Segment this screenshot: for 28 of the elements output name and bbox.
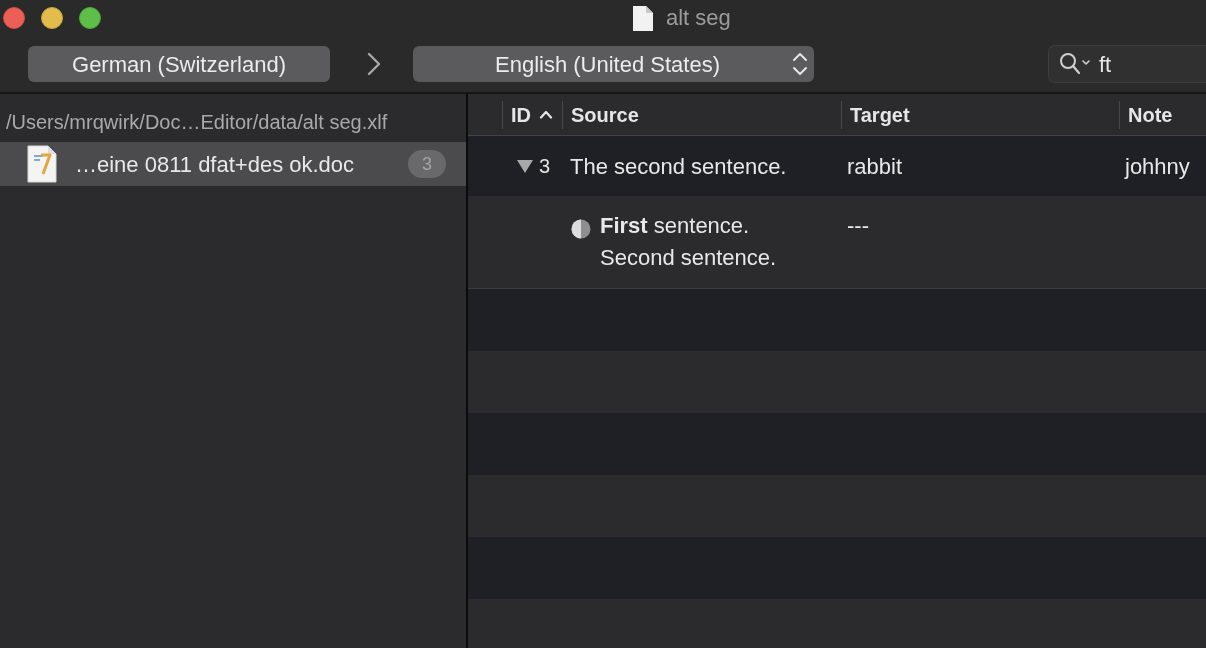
document-icon xyxy=(27,145,57,183)
target-language-dropdown[interactable]: English (United States) xyxy=(413,46,814,82)
source-text: The second sentence. xyxy=(570,153,787,179)
source-language-button[interactable]: German (Switzerland) xyxy=(28,46,330,82)
source-text: Second sentence. xyxy=(600,244,777,272)
updown-chevron-icon xyxy=(792,51,808,77)
source-text: First sentence. xyxy=(600,212,750,240)
column-header[interactable]: Source xyxy=(562,100,841,129)
count-badge: 3 xyxy=(408,150,446,178)
note-text: johhny xyxy=(1125,153,1190,179)
search-field[interactable]: ft xyxy=(1048,45,1206,83)
document-icon xyxy=(633,5,653,31)
zoom-button[interactable] xyxy=(79,7,101,29)
column-header[interactable]: Target xyxy=(841,100,1119,129)
id-text: 3 xyxy=(539,154,551,179)
minimize-button[interactable] xyxy=(41,7,63,29)
close-button[interactable] xyxy=(3,7,25,29)
window-title: alt seg xyxy=(666,7,731,29)
column-header[interactable]: Note xyxy=(1119,100,1206,129)
target-text: rabbit xyxy=(847,153,903,179)
file-path-text: /Users/mrqwirk/Doc…Editor/data/alt seg.xlf xyxy=(6,110,388,135)
target-text: --- xyxy=(847,213,869,238)
file-name-text: …eine 0811 dfat+des ok.doc xyxy=(75,150,355,179)
file-list-item[interactable]: …eine 0811 dfat+des ok.doc 3 xyxy=(0,142,466,186)
column-header[interactable]: ID xyxy=(502,100,562,129)
search-icon xyxy=(1059,52,1091,76)
chevron-right-icon xyxy=(367,52,381,76)
disclosure-triangle-icon[interactable] xyxy=(517,159,533,173)
